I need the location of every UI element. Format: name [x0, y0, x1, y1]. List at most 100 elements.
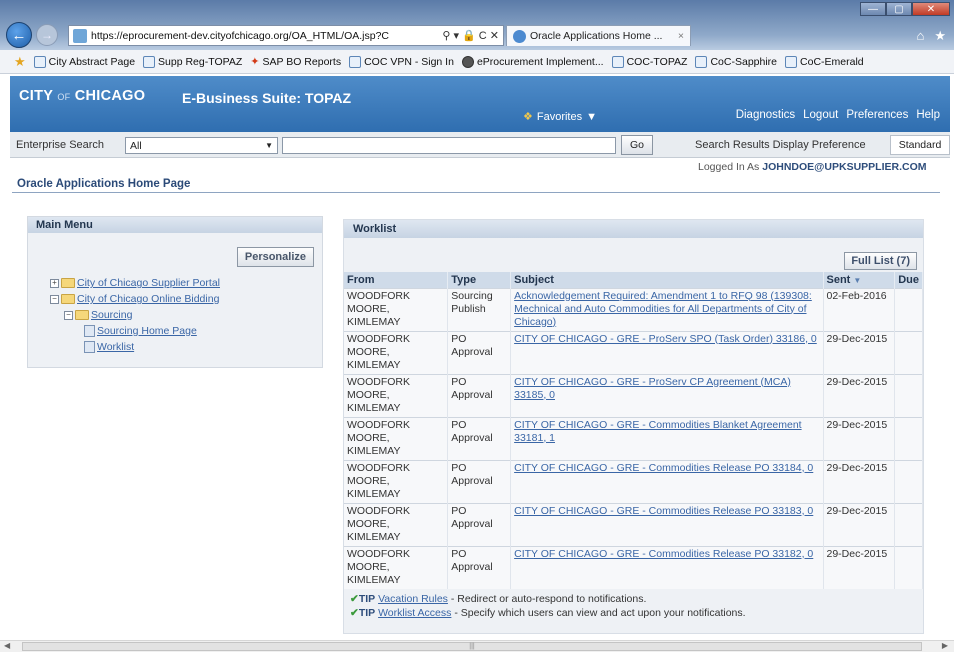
- tree-link[interactable]: City of Chicago Supplier Portal: [77, 277, 220, 289]
- app-header: CITY OF CHICAGO E-Business Suite: TOPAZ …: [10, 76, 950, 132]
- tree-node-worklist[interactable]: Worklist: [50, 339, 220, 355]
- personalize-button[interactable]: Personalize: [236, 247, 314, 267]
- cell-type: PO Approval: [447, 502, 512, 546]
- cell-type: Sourcing Publish: [447, 287, 512, 331]
- column-type[interactable]: Type: [447, 272, 512, 288]
- help-link[interactable]: Help: [916, 109, 940, 121]
- tip-vacation-rules: ✔TIP Vacation Rules - Redirect or auto-r…: [350, 592, 746, 606]
- notification-link[interactable]: CITY OF CHICAGO - GRE - Commodities Blan…: [514, 419, 801, 444]
- favorite-label: SAP BO Reports: [262, 55, 342, 68]
- favorites-star-icon[interactable]: ★: [934, 28, 946, 44]
- favorites-menu-label: Favorites: [536, 110, 583, 123]
- collapse-icon[interactable]: −: [50, 294, 59, 304]
- checkmark-icon: ✔: [350, 593, 359, 605]
- table-row: WOODFORK MOORE, KIMLEMAY PO Approval CIT…: [344, 373, 923, 417]
- column-sent[interactable]: Sent ▼: [823, 272, 896, 288]
- favorites-star-icon[interactable]: ★: [14, 54, 26, 70]
- logged-in-label: Logged In As: [698, 161, 760, 173]
- favorite-link[interactable]: ✦ SAP BO Reports: [250, 55, 342, 69]
- tree-link[interactable]: City of Chicago Online Bidding: [77, 293, 219, 305]
- cell-type: PO Approval: [447, 545, 512, 589]
- column-due[interactable]: Due: [894, 272, 923, 288]
- notification-link[interactable]: CITY OF CHICAGO - GRE - Commodities Rele…: [514, 505, 813, 517]
- preferences-link[interactable]: Preferences: [846, 109, 908, 121]
- worklist-access-link[interactable]: Worklist Access: [378, 607, 451, 619]
- minimize-button[interactable]: —: [860, 2, 886, 16]
- tree-node-sourcing-home[interactable]: Sourcing Home Page: [50, 323, 220, 339]
- scroll-right-icon[interactable]: ▶: [942, 641, 948, 650]
- cell-due: [894, 545, 923, 589]
- page-icon: [33, 55, 46, 68]
- back-button[interactable]: ←: [6, 22, 32, 48]
- search-input[interactable]: [282, 137, 616, 154]
- favorite-link[interactable]: City Abstract Page: [33, 55, 135, 68]
- full-list-button[interactable]: Full List (7): [844, 252, 917, 270]
- logout-link[interactable]: Logout: [803, 109, 838, 121]
- diagnostics-link[interactable]: Diagnostics: [736, 109, 795, 121]
- enterprise-search-bar: Enterprise Search All ▼ Go Search Result…: [10, 132, 950, 158]
- search-scope-select[interactable]: All ▼: [125, 137, 278, 154]
- column-from[interactable]: From: [344, 272, 449, 288]
- notification-link[interactable]: CITY OF CHICAGO - GRE - Commodities Rele…: [514, 548, 813, 560]
- close-window-button[interactable]: ✕: [912, 2, 950, 16]
- favorite-link[interactable]: Supp Reg-TOPAZ: [143, 55, 242, 68]
- tip-tag: TIP: [358, 607, 376, 619]
- address-controls[interactable]: ⚲ ▾ 🔒 C ✕: [442, 29, 503, 42]
- tree-link[interactable]: Sourcing: [91, 309, 132, 321]
- cell-sent: 29-Dec-2015: [823, 545, 896, 589]
- cell-due: [894, 330, 923, 374]
- collapse-icon[interactable]: −: [64, 310, 73, 320]
- vacation-rules-link[interactable]: Vacation Rules: [378, 593, 448, 605]
- favorites-menu-icon: ❖: [523, 111, 533, 123]
- maximize-button[interactable]: ▢: [886, 2, 912, 16]
- favorite-link[interactable]: CoC-Sapphire: [695, 55, 778, 68]
- notification-link[interactable]: CITY OF CHICAGO - GRE - ProServ CP Agree…: [514, 376, 791, 401]
- home-icon[interactable]: ⌂: [916, 28, 924, 44]
- display-preference-label: Search Results Display Preference: [695, 139, 866, 151]
- cell-due: [894, 502, 923, 546]
- address-url[interactable]: https://eprocurement-dev.cityofchicago.o…: [91, 30, 389, 42]
- scroll-left-icon[interactable]: ◀: [4, 641, 10, 650]
- go-button[interactable]: Go: [621, 135, 653, 155]
- cell-type: PO Approval: [447, 459, 512, 503]
- tab-title: Oracle Applications Home ...: [530, 30, 663, 42]
- display-preference-value[interactable]: Standard: [890, 135, 950, 155]
- favorites-menu[interactable]: ❖ Favorites ▼: [523, 110, 597, 124]
- page-icon: [84, 325, 95, 337]
- tree-link[interactable]: Sourcing Home Page: [97, 325, 197, 337]
- checkmark-icon: ✔: [350, 607, 359, 619]
- scrollbar-thumb[interactable]: |||: [22, 642, 922, 651]
- site-favicon-icon: [73, 28, 87, 43]
- column-subject[interactable]: Subject: [510, 272, 824, 288]
- favorite-link[interactable]: CoC-Emerald: [785, 55, 864, 68]
- page-icon: [785, 55, 798, 68]
- tree-node-sourcing[interactable]: − Sourcing: [50, 307, 220, 323]
- cell-sent: 29-Dec-2015: [823, 416, 896, 460]
- browser-toolbar-icons: ⌂ ★: [916, 28, 946, 44]
- tips-section: ✔TIP Vacation Rules - Redirect or auto-r…: [350, 592, 746, 620]
- address-bar[interactable]: https://eprocurement-dev.cityofchicago.o…: [68, 25, 504, 46]
- notification-link[interactable]: CITY OF CHICAGO - GRE - ProServ SPO (Tas…: [514, 333, 817, 345]
- city-logo: CITY OF CHICAGO: [19, 88, 145, 104]
- favorite-label: eProcurement Implement...: [476, 55, 604, 68]
- favorite-link[interactable]: COC-TOPAZ: [611, 55, 687, 68]
- ie-tab-icon: [513, 29, 526, 43]
- tab-close-button[interactable]: ×: [678, 30, 684, 42]
- tree-node-supplier-portal[interactable]: + City of Chicago Supplier Portal: [50, 275, 220, 291]
- browser-tab-active[interactable]: Oracle Applications Home ... ×: [506, 25, 691, 46]
- notification-link[interactable]: CITY OF CHICAGO - GRE - Commodities Rele…: [514, 462, 813, 474]
- cell-sent: 29-Dec-2015: [823, 330, 896, 374]
- horizontal-scrollbar[interactable]: ◀ ||| ▶: [0, 640, 954, 652]
- forward-button[interactable]: →: [36, 24, 58, 46]
- favorite-label: CoC-Sapphire: [710, 55, 778, 68]
- tree-node-online-bidding[interactable]: − City of Chicago Online Bidding: [50, 291, 220, 307]
- notification-link[interactable]: Acknowledgement Required: Amendment 1 to…: [514, 290, 812, 328]
- favorite-link[interactable]: eProcurement Implement...: [461, 55, 604, 68]
- window-controls: — ▢ ✕: [860, 2, 950, 16]
- tree-link[interactable]: Worklist: [97, 341, 134, 353]
- expand-icon[interactable]: +: [50, 278, 59, 288]
- favorite-link[interactable]: COC VPN - Sign In: [349, 55, 454, 68]
- logo-city: CITY: [19, 88, 53, 104]
- page-icon: [349, 55, 362, 68]
- logo-chicago: CHICAGO: [74, 88, 146, 104]
